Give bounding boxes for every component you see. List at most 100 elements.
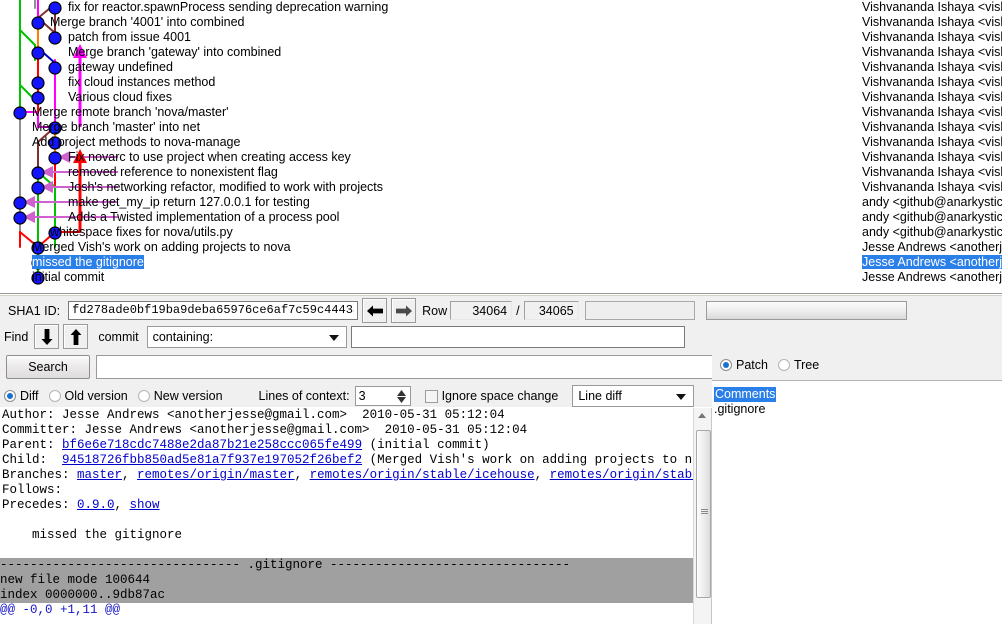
author-text: Vishvananda Ishaya <vish [862, 15, 1002, 29]
commit-row-subject[interactable]: make get_my_ip return 127.0.0.1 for test… [68, 195, 310, 210]
commit-author: andy <github@anarkystic. [862, 195, 1002, 210]
author-text: Vishvananda Ishaya <vish [862, 45, 1002, 59]
commit-row-subject[interactable]: removed reference to nonexistent flag [68, 165, 278, 180]
diff-key: Child: [2, 453, 63, 467]
commit-row-subject[interactable]: Adds a Twisted implementation of a proce… [68, 210, 339, 225]
commit-row-subject[interactable]: fix cloud instances method [68, 75, 215, 90]
diff-line-child: Child: 94518726fbb850ad5e81a7f937e197052… [2, 453, 711, 468]
lines-of-context-label: Lines of context: [258, 389, 350, 403]
commit-row-subject[interactable]: Merge branch '4001' into combined [50, 15, 244, 30]
find-mode-value: containing: [152, 329, 214, 344]
diff-mode-combo[interactable]: Line diff [572, 385, 695, 407]
commit-author: Vishvananda Ishaya <vish [862, 105, 1002, 120]
search-input[interactable] [96, 355, 732, 379]
file-list-item[interactable]: .gitignore [714, 402, 765, 417]
find-mode-combo[interactable]: containing: [146, 325, 347, 348]
scroll-up-icon[interactable] [698, 413, 706, 418]
diff-file-index: index 0000000..9db87ac [0, 588, 711, 603]
separator: , [534, 468, 550, 482]
find-input[interactable] [350, 325, 685, 348]
author-text: Vishvananda Ishaya <vish [862, 30, 1002, 44]
search-button[interactable]: Search [6, 355, 90, 379]
changed-files-list[interactable]: Comments .gitignore [712, 380, 1002, 625]
back-button[interactable] [362, 298, 388, 323]
patch-label: Patch [736, 358, 768, 372]
ignore-space-label: Ignore space change [441, 389, 559, 403]
chevron-down-icon [676, 394, 687, 400]
chevron-down-icon [328, 334, 339, 341]
find-next-button[interactable] [34, 324, 60, 349]
file-list-item-selected[interactable]: Comments [714, 387, 777, 402]
diff-radio[interactable]: Diff [4, 389, 39, 403]
diff-pane[interactable]: Author: Jesse Andrews <anotherjesse@gmai… [0, 408, 711, 624]
commit-row-subject[interactable]: whitespace fixes for nova/utils.py [50, 225, 233, 240]
commit-row-subject[interactable]: initial commit [32, 270, 104, 285]
commit-row-subject[interactable]: Josh's networking refactor, modified to … [68, 180, 383, 195]
diff-line-follows: Follows: [2, 483, 63, 497]
find-prev-button[interactable] [63, 324, 89, 349]
commit-author: andy <github@anarkystic. [862, 225, 1002, 240]
commit-subject: make get_my_ip return 127.0.0.1 for test… [68, 195, 310, 209]
commit-subject-column: fix for reactor.spawnProcess sending dep… [0, 0, 855, 294]
tree-radio[interactable]: Tree [777, 358, 820, 372]
diff-scroll-thumb[interactable] [696, 430, 711, 598]
commit-row-subject[interactable]: Add project methods to nova-manage [32, 135, 240, 150]
branch-link[interactable]: remotes/origin/master [137, 468, 295, 482]
lines-of-context-stepper[interactable]: 3 [354, 386, 411, 406]
commit-author-selected: Jesse Andrews <anotherj [862, 255, 1002, 270]
author-text: Vishvananda Ishaya <vish [862, 0, 1002, 14]
commit-author: Jesse Andrews <anotherj [862, 270, 1002, 285]
branch-link[interactable]: remotes/origin/stable/icehouse [310, 468, 535, 482]
commit-author: Vishvananda Ishaya <vish [862, 60, 1002, 75]
commit-subject: Various cloud fixes [68, 90, 172, 104]
parent-sha-link[interactable]: bf6e6e718cdc7488e2da87b21e258ccc065fe499 [62, 438, 362, 452]
commit-subject: Fix novarc to use project when creating … [68, 150, 351, 164]
commit-subject: Merge branch '4001' into combined [50, 15, 245, 29]
author-text: andy <github@anarkystic. [862, 210, 1002, 224]
commit-row-subject[interactable]: fix for reactor.spawnProcess sending dep… [68, 0, 388, 15]
old-version-radio[interactable]: Old version [48, 389, 128, 403]
commit-author-column: Vishvananda Ishaya <vish Vishvananda Ish… [862, 0, 1002, 294]
commit-subject: removed reference to nonexistent flag [68, 165, 278, 179]
commit-row-subject[interactable]: Various cloud fixes [68, 90, 172, 105]
forward-button[interactable] [391, 298, 417, 323]
radio-dot-icon [777, 359, 790, 371]
child-sha-link[interactable]: 94518726fbb850ad5e81a7f937e197052f26bef2 [62, 453, 362, 467]
commit-subject: whitespace fixes for nova/utils.py [50, 225, 233, 239]
tag-link[interactable]: 0.9.0 [77, 498, 115, 512]
sha1-input[interactable] [68, 301, 359, 320]
new-version-radio[interactable]: New version [137, 389, 223, 403]
tree-label: Tree [793, 358, 820, 372]
diff-value: Jesse Andrews <anotherjesse@gmail.com> 2… [84, 423, 528, 437]
old-version-label: Old version [64, 389, 128, 403]
commit-row-subject[interactable]: Merge remote branch 'nova/master' [32, 105, 229, 120]
stepper-arrows[interactable] [395, 387, 409, 405]
commit-subject: Adds a Twisted implementation of a proce… [68, 210, 340, 224]
row-label: Row [422, 303, 448, 318]
show-link[interactable]: show [130, 498, 160, 512]
branch-link[interactable]: master [77, 468, 122, 482]
patch-radio[interactable]: Patch [720, 358, 768, 372]
commit-author: andy <github@anarkystic. [862, 210, 1002, 225]
diff-key: Parent: [2, 438, 63, 452]
commit-row-subject[interactable]: gateway undefined [68, 60, 173, 75]
sha-find-toolbar: SHA1 ID: Row 34064 / 34065 Find [0, 295, 1002, 353]
commit-row-subject-selected[interactable]: missed the gitignore [32, 255, 144, 270]
commit-row-subject[interactable]: Merge branch 'gateway' into combined [68, 45, 281, 60]
diff-scrollbar[interactable] [693, 408, 711, 624]
ignore-space-checkbox[interactable]: Ignore space change [424, 389, 559, 403]
diff-file-header: -------------------------------- .gitign… [0, 558, 711, 573]
commit-subject: fix cloud instances method [68, 75, 216, 89]
commit-row-subject[interactable]: Fix novarc to use project when creating … [68, 150, 351, 165]
branch-link[interactable]: remotes/origin/stable/juno [550, 468, 711, 482]
commit-row-subject[interactable]: Merged Vish's work on adding projects to… [32, 240, 291, 255]
author-text: Vishvananda Ishaya <vish [862, 165, 1002, 179]
commit-row-subject[interactable]: patch from issue 4001 [68, 30, 191, 45]
commit-subject: missed the gitignore [32, 255, 144, 269]
commit-row-subject[interactable]: Merge branch 'master' into net [32, 120, 200, 135]
row-separator: / [516, 303, 520, 318]
commit-list-pane[interactable]: fix for reactor.spawnProcess sending dep… [0, 0, 1002, 294]
author-text: Vishvananda Ishaya <vish [862, 60, 1002, 74]
separator: , [122, 468, 138, 482]
diff-value: (Merged Vish's work on adding projects t… [362, 453, 711, 467]
